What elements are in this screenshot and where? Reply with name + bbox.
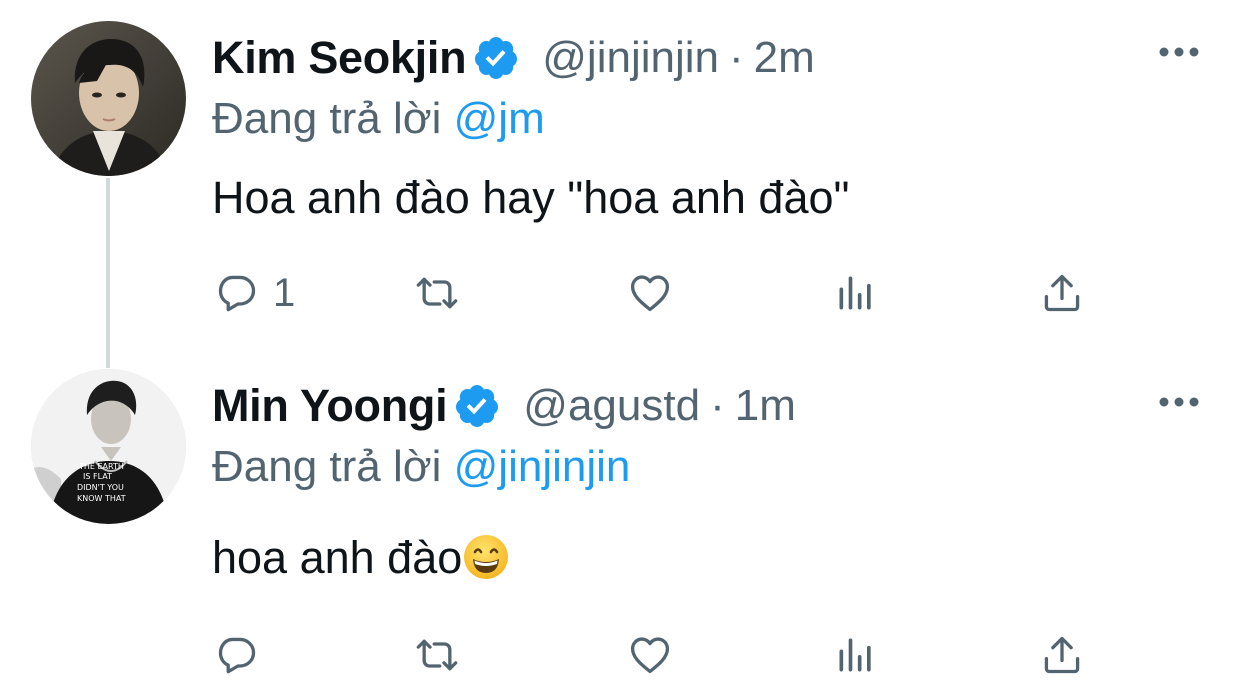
like-button[interactable] [628,630,672,680]
more-options-icon[interactable] [1158,395,1200,409]
retweet-button[interactable] [415,630,459,680]
analytics-icon [839,638,871,672]
grinning-face-emoji-icon [464,535,509,579]
replying-to: Đang trả lời @jinjinjin [212,442,630,492]
tweet-text: hoa anh đào [212,532,510,584]
avatar-photo: THE EARTH IS FLAT DIDN'T YOU KNOW THAT [31,369,186,524]
tweet: THE EARTH IS FLAT DIDN'T YOU KNOW THAT M… [0,0,1242,674]
tweet-header: Min Yoongi @agustd · 1m [212,376,796,436]
analytics-button[interactable] [834,630,878,680]
verified-badge-icon [456,385,499,427]
timestamp[interactable]: 1m [735,381,796,431]
replying-to-label: Đang trả lời [212,442,442,491]
heart-icon [630,637,670,674]
reply-mention-link[interactable]: @jinjinjin [454,442,631,491]
tweet-text-content: hoa anh đào [212,532,463,583]
share-button[interactable] [1040,630,1084,680]
svg-text:THE EARTH: THE EARTH [78,462,124,471]
reply-icon [218,637,256,674]
separator-dot: · [710,381,725,430]
retweet-icon [416,639,458,671]
tweet-actions [0,630,1242,680]
avatar[interactable]: THE EARTH IS FLAT DIDN'T YOU KNOW THAT [31,369,186,524]
user-handle[interactable]: @agustd [523,381,700,431]
svg-text:DIDN'T YOU: DIDN'T YOU [77,483,124,492]
share-icon [1044,636,1080,674]
svg-text:KNOW THAT: KNOW THAT [77,494,126,503]
display-name[interactable]: Min Yoongi [212,380,448,432]
svg-text:IS FLAT: IS FLAT [83,472,112,481]
reply-button[interactable] [215,630,273,680]
